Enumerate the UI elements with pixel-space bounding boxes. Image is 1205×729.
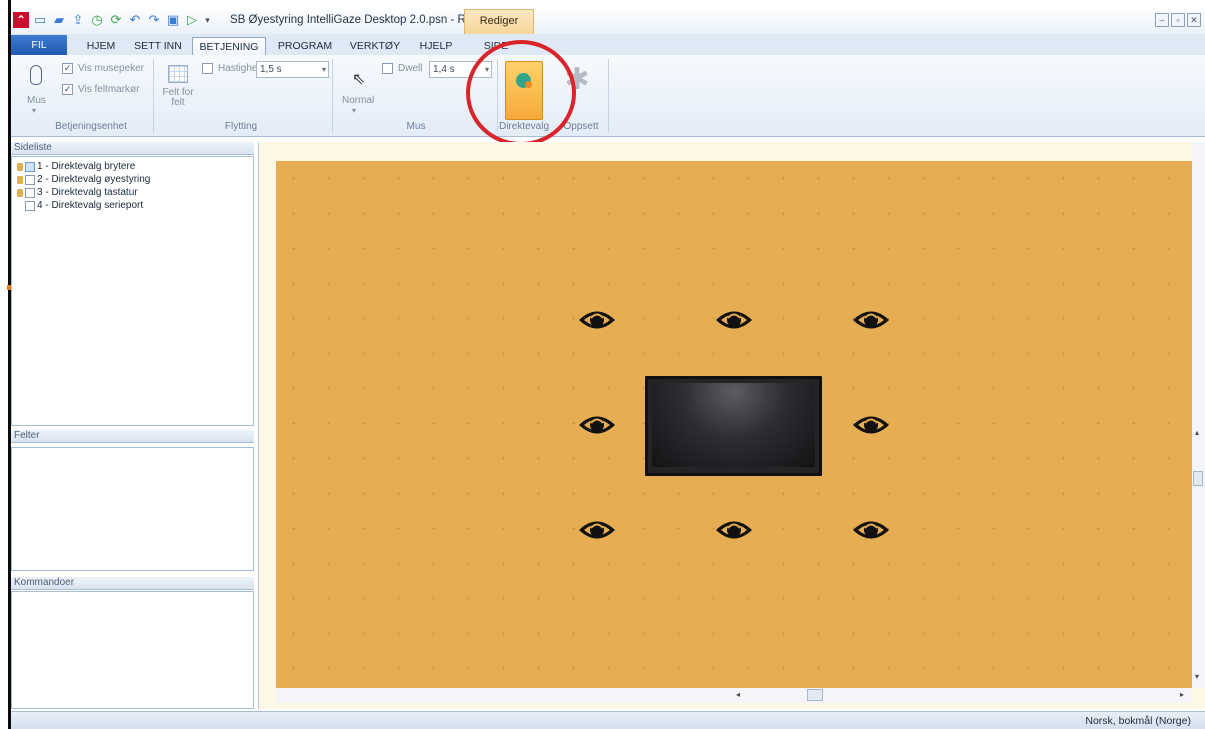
felter-panel bbox=[11, 447, 254, 571]
list-item[interactable]: 1 - Direktevalg brytere bbox=[17, 161, 135, 172]
dwell-label: Dwell bbox=[398, 63, 423, 74]
restore-icon[interactable]: ▫ bbox=[1171, 13, 1185, 27]
chevron-down-icon: ▾ bbox=[321, 65, 326, 74]
window-controls: – ▫ ✕ bbox=[1155, 13, 1201, 27]
open-folder-icon[interactable]: ▰ bbox=[51, 12, 67, 28]
context-tab-rediger[interactable]: Rediger bbox=[464, 9, 534, 34]
refresh-icon[interactable]: ⟳ bbox=[108, 12, 124, 28]
list-item[interactable]: 4 - Direktevalg serieport bbox=[17, 200, 143, 211]
monitor-screen bbox=[652, 383, 815, 467]
hastighet-label: Hastighet bbox=[218, 63, 261, 74]
mouse-icon[interactable] bbox=[30, 65, 42, 85]
mus-dropdown-arrow[interactable]: ▾ bbox=[32, 106, 36, 115]
lock-icon bbox=[17, 188, 23, 197]
normal-dropdown-label[interactable]: Normal bbox=[342, 95, 374, 106]
page-label: 1 - Direktevalg brytere bbox=[37, 161, 136, 172]
page-checkbox[interactable] bbox=[25, 187, 35, 198]
tab-program[interactable]: PROGRAM bbox=[273, 37, 337, 56]
monitor-icon[interactable] bbox=[645, 376, 822, 476]
ribbon: Mus ▾ ✓ Vis musepeker ✓ Vis feltmarkør B… bbox=[11, 55, 1205, 137]
page-checkbox[interactable] bbox=[25, 174, 35, 185]
play-icon[interactable]: ▷ bbox=[184, 12, 200, 28]
normal-dropdown-arrow[interactable]: ▾ bbox=[352, 106, 356, 115]
eye-icon[interactable] bbox=[577, 305, 617, 335]
group-separator bbox=[608, 59, 609, 133]
page-label: 3 - Direktevalg tastatur bbox=[37, 187, 138, 198]
sideliste-panel: 1 - Direktevalg brytere 2 - Direktevalg … bbox=[11, 156, 254, 426]
scroll-right-icon[interactable]: ▸ bbox=[1180, 690, 1184, 699]
group-label-mus: Mus bbox=[406, 121, 426, 132]
vertical-scrollbar[interactable]: ▴ ▾ bbox=[1192, 142, 1205, 688]
kommandoer-header: Kommandoer bbox=[11, 577, 254, 590]
tab-fil[interactable]: FIL bbox=[11, 35, 67, 56]
hastighet-checkbox[interactable] bbox=[202, 63, 213, 74]
vis-musepeker-checkbox[interactable]: ✓ bbox=[62, 63, 73, 74]
undo-icon[interactable]: ↶ bbox=[127, 12, 143, 28]
scroll-down-icon[interactable]: ▾ bbox=[1195, 672, 1199, 681]
page-label: 2 - Direktevalg øyestyring bbox=[37, 174, 151, 185]
tab-hjelp[interactable]: HJELP bbox=[413, 37, 459, 56]
group-separator bbox=[153, 59, 154, 133]
preview-icon[interactable]: ▣ bbox=[165, 12, 181, 28]
oppsett-label: Oppsett bbox=[563, 121, 599, 132]
tab-verktoy[interactable]: VERKTØY bbox=[345, 37, 405, 56]
felt-for-felt-label[interactable]: Felt for felt bbox=[162, 88, 194, 108]
group-label-flytting: Flytting bbox=[224, 121, 258, 132]
close-icon[interactable]: ✕ bbox=[1187, 13, 1201, 27]
eye-icon[interactable] bbox=[851, 305, 891, 335]
horizontal-scrollbar[interactable]: ◂ ▸ bbox=[276, 688, 1192, 703]
status-language[interactable]: Norsk, bokmål (Norge) bbox=[1085, 715, 1191, 727]
eye-icon[interactable] bbox=[851, 515, 891, 545]
window-title: SB Øyestyring IntelliGaze Desktop 2.0.ps… bbox=[230, 14, 482, 26]
ribbon-tabs: FIL HJEM SETT INN BETJENING PROGRAM VERK… bbox=[11, 34, 1205, 56]
group-label-betjeningsenhet: Betjeningsenhet bbox=[55, 121, 127, 132]
vis-musepeker-label: Vis musepeker bbox=[78, 63, 144, 74]
vis-feltmarkor-label: Vis feltmarkør bbox=[78, 84, 140, 95]
lock-icon bbox=[17, 175, 23, 184]
list-item[interactable]: 2 - Direktevalg øyestyring bbox=[17, 174, 150, 185]
page-checkbox[interactable] bbox=[25, 200, 35, 211]
eye-icon[interactable] bbox=[851, 410, 891, 440]
redo-icon[interactable]: ↷ bbox=[146, 12, 162, 28]
kommandoer-panel bbox=[11, 591, 254, 709]
history-icon[interactable]: ◷ bbox=[89, 12, 105, 28]
scroll-up-icon[interactable]: ▴ bbox=[1195, 428, 1199, 437]
cursor-icon[interactable]: ⇖ bbox=[352, 69, 365, 89]
customize-toolbar-icon[interactable]: ▾ bbox=[203, 12, 212, 28]
tab-betjening[interactable]: BETJENING bbox=[192, 37, 266, 56]
dwell-value: 1,4 s bbox=[433, 64, 455, 75]
title-bar: ⌃ ▭ ▰ ⇪ ◷ ⟳ ↶ ↷ ▣ ▷ ▾ SB Øyestyring Inte… bbox=[11, 8, 1205, 34]
lock-icon bbox=[17, 162, 23, 171]
list-item[interactable]: 3 - Direktevalg tastatur bbox=[17, 187, 138, 198]
felt-for-felt-grid-icon[interactable] bbox=[168, 65, 188, 83]
tab-hjem[interactable]: HJEM bbox=[79, 37, 123, 56]
minimize-icon[interactable]: – bbox=[1155, 13, 1169, 27]
felter-header: Felter bbox=[11, 430, 254, 443]
eye-icon[interactable] bbox=[577, 515, 617, 545]
hastighet-value: 1,5 s bbox=[260, 64, 282, 75]
dwell-checkbox[interactable] bbox=[382, 63, 393, 74]
horizontal-scroll-thumb[interactable] bbox=[807, 689, 823, 701]
page-label: 4 - Direktevalg serieport bbox=[37, 200, 144, 211]
page-checkbox[interactable] bbox=[25, 161, 35, 172]
vis-feltmarkor-checkbox[interactable]: ✓ bbox=[62, 84, 73, 95]
mus-dropdown-label[interactable]: Mus bbox=[27, 95, 46, 106]
group-separator bbox=[332, 59, 333, 133]
tab-sett-inn[interactable]: SETT INN bbox=[129, 37, 187, 56]
scroll-left-icon[interactable]: ◂ bbox=[736, 690, 740, 699]
eye-icon[interactable] bbox=[714, 305, 754, 335]
hastighet-combo[interactable]: 1,5 s ▾ bbox=[256, 61, 329, 78]
sideliste-header: Sideliste bbox=[11, 142, 254, 155]
highlight-circle bbox=[466, 40, 576, 146]
quick-access-toolbar: ⌃ ▭ ▰ ⇪ ◷ ⟳ ↶ ↷ ▣ ▷ ▾ bbox=[13, 12, 212, 28]
window-left-border bbox=[0, 0, 11, 729]
eye-icon[interactable] bbox=[714, 515, 754, 545]
app-logo-icon[interactable]: ⌃ bbox=[13, 12, 29, 28]
export-icon[interactable]: ⇪ bbox=[70, 12, 86, 28]
vertical-scroll-thumb[interactable] bbox=[1193, 471, 1203, 486]
status-bar: Norsk, bokmål (Norge) bbox=[11, 711, 1205, 729]
save-icon[interactable]: ▭ bbox=[32, 12, 48, 28]
eye-icon[interactable] bbox=[577, 410, 617, 440]
